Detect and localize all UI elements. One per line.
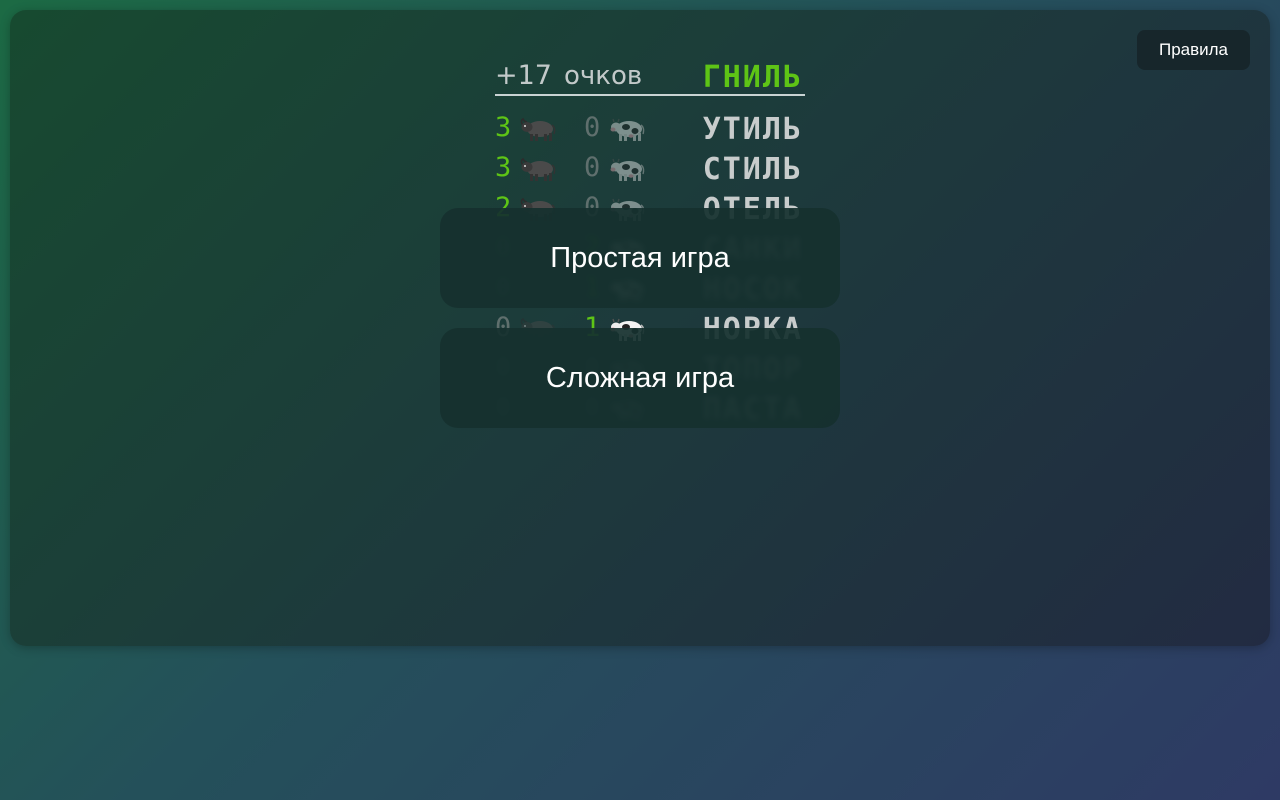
guess-row: 3 0 УТИЛЬ: [495, 110, 805, 150]
cows-count: 0: [584, 112, 601, 143]
cow-icon: [609, 156, 645, 182]
hard-game-button[interactable]: Сложная игра: [440, 328, 840, 428]
bulls-count: 3: [495, 152, 512, 183]
bulls-count: 3: [495, 112, 512, 143]
cows-count: 0: [584, 152, 601, 183]
board-header: +17 очков ГНИЛЬ: [495, 58, 805, 96]
secret-word: ГНИЛЬ: [702, 60, 803, 95]
easy-game-button[interactable]: Простая игра: [440, 208, 840, 308]
score-label: очков: [563, 61, 643, 91]
guess-row: 3 0 СТИЛЬ: [495, 150, 805, 190]
score-value: +17: [495, 60, 552, 91]
score-display: +17 очков: [495, 60, 642, 91]
bull-icon: [520, 116, 556, 142]
bull-icon: [520, 156, 556, 182]
rules-button[interactable]: Правила: [1137, 30, 1250, 70]
guess-word: УТИЛЬ: [702, 112, 803, 147]
guess-word: СТИЛЬ: [702, 152, 803, 187]
cow-icon: [609, 116, 645, 142]
